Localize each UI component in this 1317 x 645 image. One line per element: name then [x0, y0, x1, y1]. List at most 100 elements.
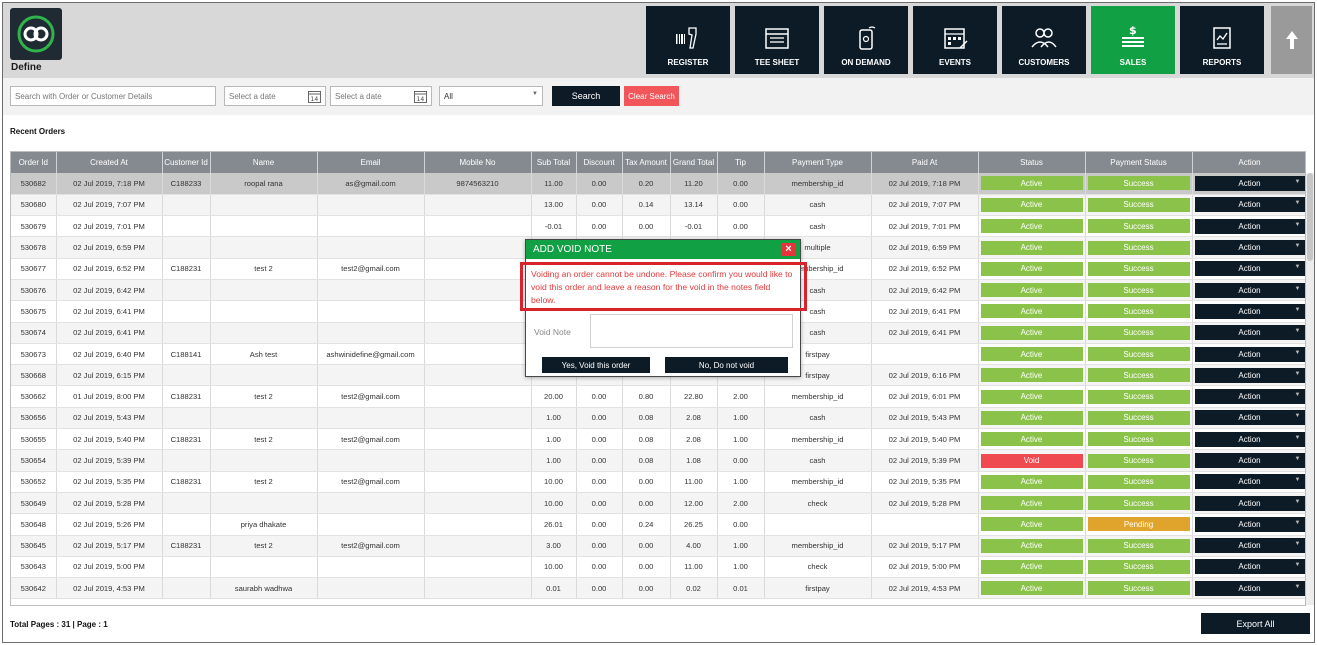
action-dropdown[interactable]: Action ▼	[1194, 474, 1305, 490]
table-cell: test2@gmail.com	[317, 258, 425, 280]
action-dropdown[interactable]: Action ▼	[1194, 367, 1305, 383]
export-all-button[interactable]: Export All	[1201, 613, 1310, 634]
table-row[interactable]: 530679 02 Jul 2019, 7:01 PM -0.01 0.00 0.00-…	[11, 215, 1305, 238]
table-cell: 530642	[11, 577, 57, 600]
action-dropdown[interactable]: Action ▼	[1194, 389, 1305, 405]
status-badge: Active	[980, 389, 1083, 404]
action-dropdown[interactable]: Action ▼	[1194, 261, 1305, 277]
table-cell: 0.00	[622, 577, 671, 600]
action-label: Action	[1238, 349, 1261, 359]
table-cell	[162, 300, 211, 323]
action-dropdown[interactable]: Action ▼	[1194, 197, 1305, 213]
calendar-icon[interactable]: 14	[308, 90, 321, 103]
table-row[interactable]: 530645 02 Jul 2019, 5:17 PM C188231 test 2t…	[11, 535, 1305, 557]
search-button[interactable]: Search	[552, 86, 620, 106]
payment-status-cell: Success	[1085, 194, 1193, 217]
action-dropdown[interactable]: Action ▼	[1194, 240, 1305, 256]
report-icon	[1213, 27, 1231, 49]
action-label: Action	[1238, 392, 1261, 402]
table-cell: C188231	[162, 428, 211, 451]
action-dropdown[interactable]: Action ▼	[1194, 559, 1305, 575]
nav-sales[interactable]: $ SALES	[1091, 6, 1175, 74]
status-cell: Active	[978, 279, 1086, 302]
calendar-icon[interactable]: 14	[414, 90, 427, 103]
table-row[interactable]: 530652 02 Jul 2019, 5:35 PM C188231 test 2t…	[11, 471, 1305, 493]
table-row[interactable]: 530682 02 Jul 2019, 7:18 PM C188233 roopal …	[11, 173, 1305, 195]
search-input[interactable]: Search with Order or Customer Details	[10, 86, 216, 106]
table-scrollbar[interactable]	[1306, 173, 1314, 605]
action-dropdown[interactable]: Action ▼	[1194, 218, 1305, 234]
nav-events[interactable]: EVENTS	[913, 6, 997, 74]
table-cell: 02 Jul 2019, 5:17 PM	[871, 535, 979, 557]
action-dropdown[interactable]: Action ▼	[1194, 538, 1305, 554]
table-row[interactable]: 530656 02 Jul 2019, 5:43 PM 1.00 0.00 0.08 2.…	[11, 407, 1305, 430]
void-warning-text: Voiding an order cannot be undone. Pleas…	[520, 262, 807, 311]
table-cell: -0.01	[670, 215, 718, 238]
table-row[interactable]: 530680 02 Jul 2019, 7:07 PM 13.00 0.00 0.14 1…	[11, 194, 1305, 217]
type-select-value: All	[444, 91, 453, 101]
action-dropdown[interactable]: Action ▼	[1194, 516, 1305, 532]
table-cell	[424, 258, 532, 280]
table-cell: 02 Jul 2019, 5:40 PM	[56, 428, 163, 451]
table-row[interactable]: 530662 01 Jul 2019, 8:00 PM C188231 test 2t…	[11, 385, 1305, 408]
table-row[interactable]: 530655 02 Jul 2019, 5:40 PM C188231 test 2t…	[11, 428, 1305, 451]
action-cell: Action ▼	[1192, 300, 1305, 323]
table-row[interactable]: 530648 02 Jul 2019, 5:26 PM priya dhakate 2…	[11, 513, 1305, 536]
table-cell: 2.00	[717, 385, 765, 408]
table-cell: 0.00	[576, 471, 623, 493]
modal-header: ADD VOID NOTE ×	[526, 240, 800, 259]
action-dropdown[interactable]: Action ▼	[1194, 580, 1305, 596]
action-dropdown[interactable]: Action ▼	[1194, 453, 1305, 468]
table-row[interactable]: 530649 02 Jul 2019, 5:28 PM 10.00 0.00 0.00 1…	[11, 492, 1305, 515]
table-row[interactable]: 530654 02 Jul 2019, 5:39 PM 1.00 0.00 0.08 1.…	[11, 449, 1305, 472]
nav-customers[interactable]: CUSTOMERS	[1002, 6, 1086, 74]
table-cell: 0.00	[717, 215, 765, 238]
nav-register[interactable]: REGISTER	[646, 6, 730, 74]
date-from-input[interactable]: Select a date 14	[224, 86, 326, 106]
payment-status-cell: Success	[1085, 449, 1193, 472]
table-cell: 02 Jul 2019, 5:35 PM	[56, 471, 163, 493]
confirm-void-button[interactable]: Yes, Void this order	[542, 357, 650, 373]
table-cell: 530679	[11, 215, 57, 238]
table-cell: cash	[764, 449, 872, 472]
status-badge: Active	[980, 240, 1083, 255]
action-dropdown[interactable]: Action ▼	[1194, 303, 1305, 319]
nav-label: TEE SHEET	[754, 58, 800, 67]
nav-reports[interactable]: REPORTS	[1180, 6, 1264, 74]
action-dropdown[interactable]: Action ▼	[1194, 431, 1305, 447]
payment-status-badge: Success	[1087, 474, 1190, 489]
table-cell	[424, 300, 532, 323]
chevron-down-icon: ▼	[1294, 285, 1301, 292]
action-dropdown[interactable]: Action ▼	[1194, 282, 1305, 298]
void-note-input[interactable]	[590, 314, 793, 348]
clear-search-button[interactable]: Clear Search	[624, 86, 679, 106]
action-dropdown[interactable]: Action ▼	[1194, 495, 1305, 511]
table-cell: 0.00	[576, 556, 623, 579]
logo[interactable]	[10, 8, 62, 60]
action-dropdown[interactable]: Action ▼	[1194, 325, 1305, 341]
chevron-down-icon: ▼	[1294, 370, 1301, 377]
table-cell: 0.00	[576, 449, 623, 472]
action-dropdown[interactable]: Action ▼	[1194, 410, 1305, 426]
date-to-input[interactable]: Select a date 14	[330, 86, 432, 106]
table-cell: 02 Jul 2019, 6:15 PM	[56, 364, 163, 387]
cancel-void-button[interactable]: No, Do not void	[665, 357, 788, 373]
scrollbar-thumb[interactable]	[1307, 173, 1313, 261]
status-cell: Active	[978, 556, 1086, 579]
calendar-day: 14	[417, 96, 425, 103]
action-dropdown[interactable]: Action ▼	[1194, 175, 1305, 191]
nav-tee-sheet[interactable]: TEE SHEET	[735, 6, 819, 74]
chevron-down-icon: ▼	[1294, 456, 1301, 462]
status-cell: Active	[978, 322, 1086, 344]
status-badge: Active	[980, 283, 1083, 298]
scroll-top-button[interactable]	[1271, 6, 1312, 74]
chevron-down-icon: ▼	[1294, 328, 1301, 335]
status-badge: Active	[980, 496, 1083, 511]
type-select[interactable]: All ▼	[439, 86, 543, 106]
close-icon[interactable]: ×	[782, 243, 795, 256]
table-row[interactable]: 530642 02 Jul 2019, 4:53 PM saurabh wadhwa…	[11, 577, 1305, 600]
nav-on-demand[interactable]: ON DEMAND	[824, 6, 908, 74]
table-row[interactable]: 530643 02 Jul 2019, 5:00 PM 10.00 0.00 0.00 1…	[11, 556, 1305, 579]
action-dropdown[interactable]: Action ▼	[1194, 346, 1305, 362]
table-cell: test2@gmail.com	[317, 428, 425, 451]
